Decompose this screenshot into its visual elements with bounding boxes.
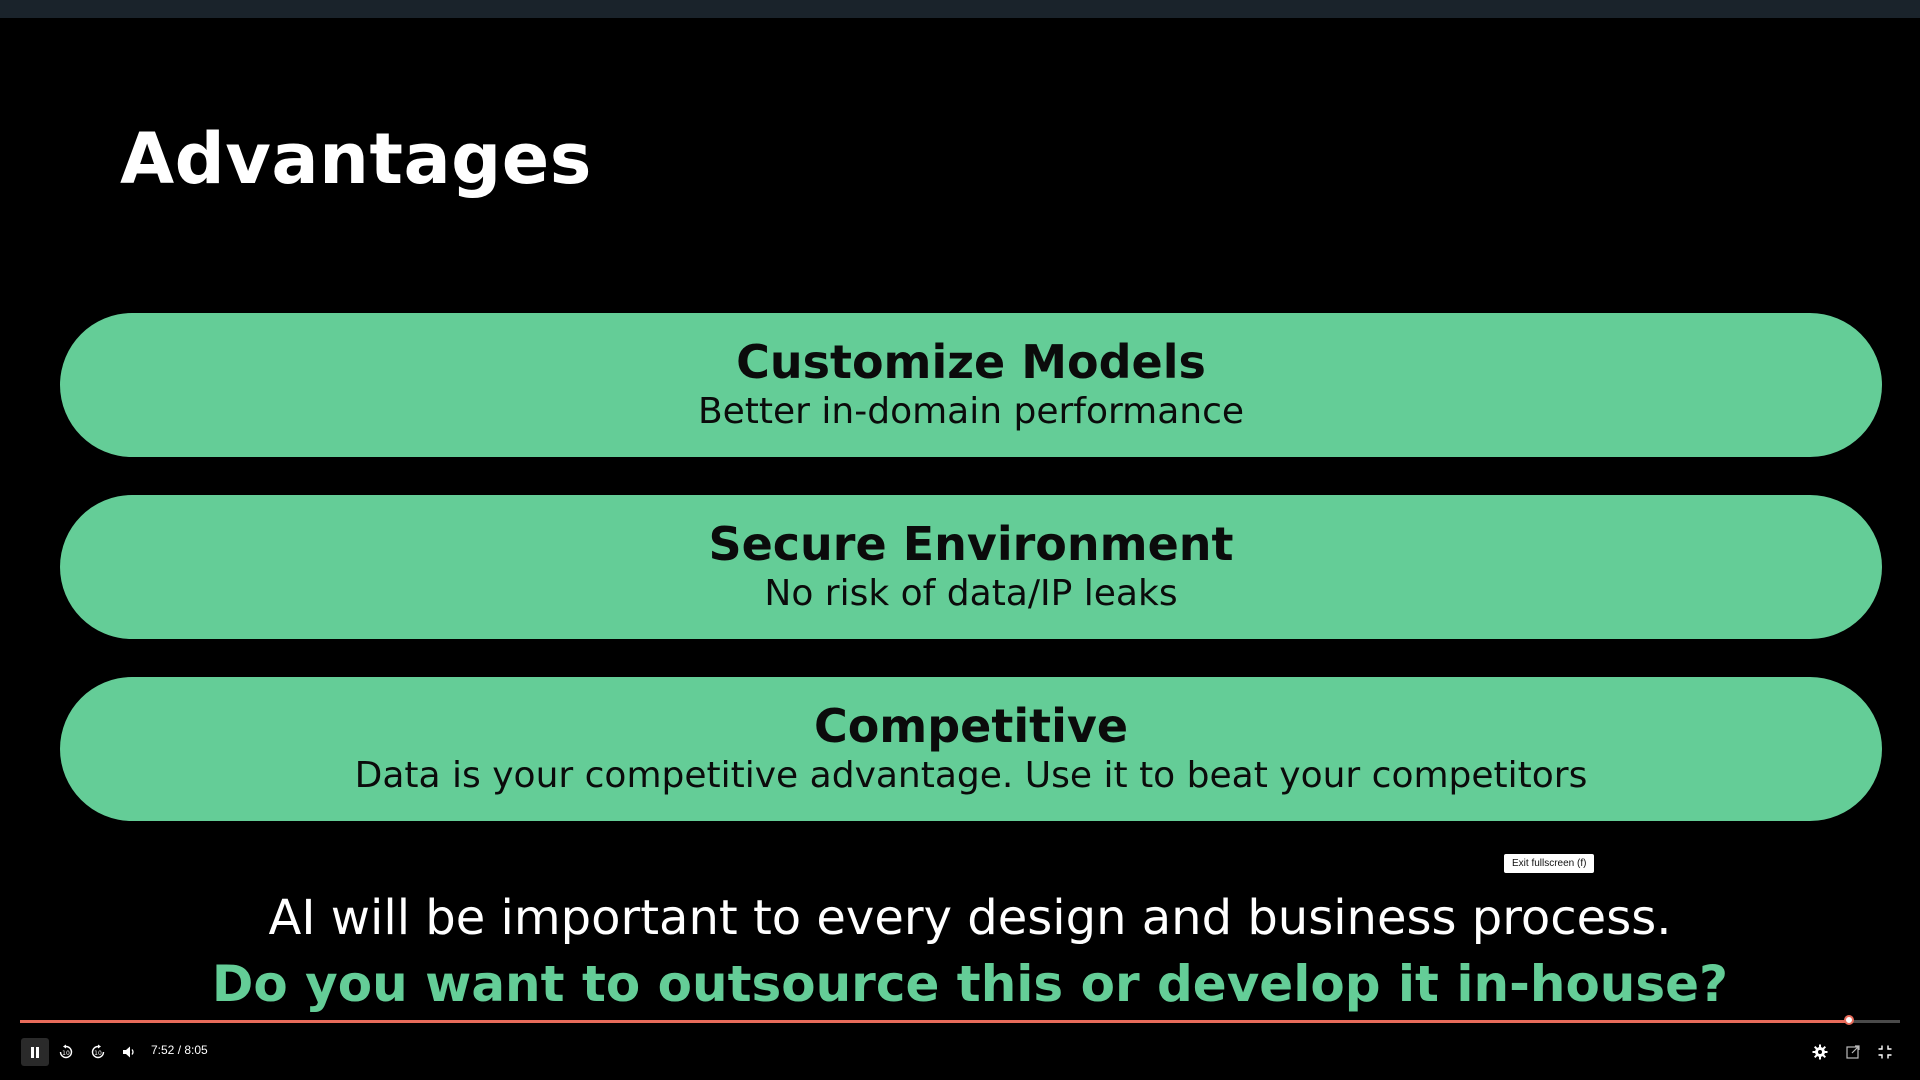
video-slide[interactable]: Advantages Customize Models Better in-do… — [0, 18, 1920, 1018]
rewind-10-icon: 10 — [58, 1044, 74, 1060]
progress-bar-handle[interactable] — [1844, 1015, 1854, 1025]
slide-statement: AI will be important to every design and… — [268, 890, 1672, 946]
pause-button[interactable] — [21, 1038, 49, 1066]
card-title: Competitive — [813, 699, 1129, 753]
volume-button[interactable] — [116, 1038, 144, 1066]
advantage-card-secure-environment: Secure Environment No risk of data/IP le… — [60, 495, 1882, 639]
volume-icon — [123, 1046, 137, 1058]
card-subtitle: No risk of data/IP leaks — [764, 573, 1178, 614]
forward-10-icon: 10 — [90, 1044, 106, 1060]
gear-icon — [1812, 1044, 1828, 1060]
window-top-bar — [0, 0, 1920, 18]
exit-fullscreen-button[interactable] — [1871, 1038, 1899, 1066]
time-display: 7:52 / 8:05 — [151, 1043, 208, 1057]
exit-fullscreen-icon — [1878, 1045, 1892, 1059]
svg-text:10: 10 — [94, 1050, 102, 1057]
settings-button[interactable] — [1806, 1038, 1834, 1066]
exit-fullscreen-tooltip: Exit fullscreen (f) — [1504, 854, 1595, 873]
progress-bar-fill — [20, 1020, 1849, 1023]
progress-bar[interactable] — [20, 1015, 1900, 1025]
card-subtitle: Data is your competitive advantage. Use … — [354, 755, 1588, 796]
popout-icon — [1846, 1045, 1860, 1059]
svg-text:10: 10 — [62, 1050, 70, 1057]
card-title: Secure Environment — [708, 517, 1234, 571]
rewind-10-button[interactable]: 10 — [52, 1038, 80, 1066]
popout-button[interactable] — [1839, 1038, 1867, 1066]
slide-title: Advantages — [120, 118, 592, 200]
slide-question: Do you want to outsource this or develop… — [211, 955, 1729, 1013]
forward-10-button[interactable]: 10 — [84, 1038, 112, 1066]
advantage-card-customize-models: Customize Models Better in-domain perfor… — [60, 313, 1882, 457]
video-player-controls: 10 10 7:52 / 8:05 — [0, 1015, 1920, 1080]
pause-icon — [30, 1046, 40, 1058]
card-title: Customize Models — [736, 335, 1206, 389]
card-subtitle: Better in-domain performance — [697, 391, 1245, 432]
advantage-card-competitive: Competitive Data is your competitive adv… — [60, 677, 1882, 821]
